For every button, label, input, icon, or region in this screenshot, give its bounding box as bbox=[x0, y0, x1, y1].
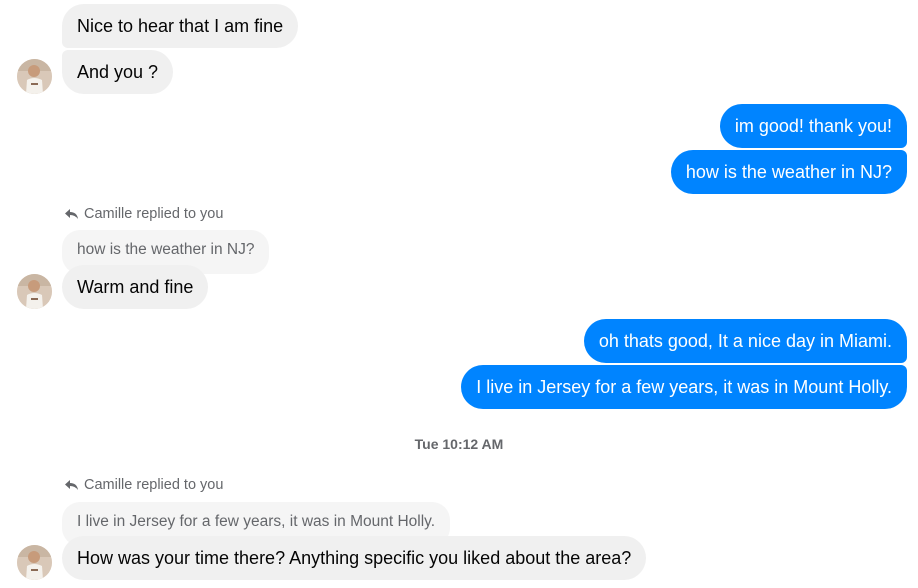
message-bubble-incoming[interactable]: Warm and fine bbox=[62, 265, 209, 309]
message-bubble-outgoing[interactable]: im good! thank you! bbox=[719, 104, 907, 148]
avatar-image bbox=[17, 274, 52, 309]
contact-avatar[interactable] bbox=[17, 545, 52, 580]
message-bubble-outgoing[interactable]: I live in Jersey for a few years, it was… bbox=[461, 365, 907, 409]
reply-indicator: Camille replied to you bbox=[64, 477, 223, 493]
reply-arrow-icon bbox=[65, 480, 78, 490]
message-bubble-outgoing[interactable]: how is the weather in NJ? bbox=[670, 150, 907, 194]
message-bubble-outgoing[interactable]: oh thats good, It a nice day in Miami. bbox=[583, 319, 907, 363]
contact-avatar[interactable] bbox=[17, 274, 52, 309]
reply-arrow-icon bbox=[65, 209, 78, 219]
avatar-image bbox=[17, 59, 52, 94]
message-bubble-incoming[interactable]: And you ? bbox=[62, 50, 174, 94]
contact-avatar[interactable] bbox=[17, 59, 52, 94]
reply-label-text: Camille replied to you bbox=[84, 206, 224, 222]
reply-indicator: Camille replied to you bbox=[64, 206, 223, 222]
avatar-image bbox=[17, 545, 52, 580]
message-bubble-incoming[interactable]: How was your time there? Anything specif… bbox=[62, 536, 647, 580]
message-bubble-incoming[interactable]: Nice to hear that I am fine bbox=[62, 4, 299, 48]
message-timestamp: Tue 10:12 AM bbox=[414, 436, 504, 452]
reply-label-text: Camille replied to you bbox=[84, 477, 224, 493]
